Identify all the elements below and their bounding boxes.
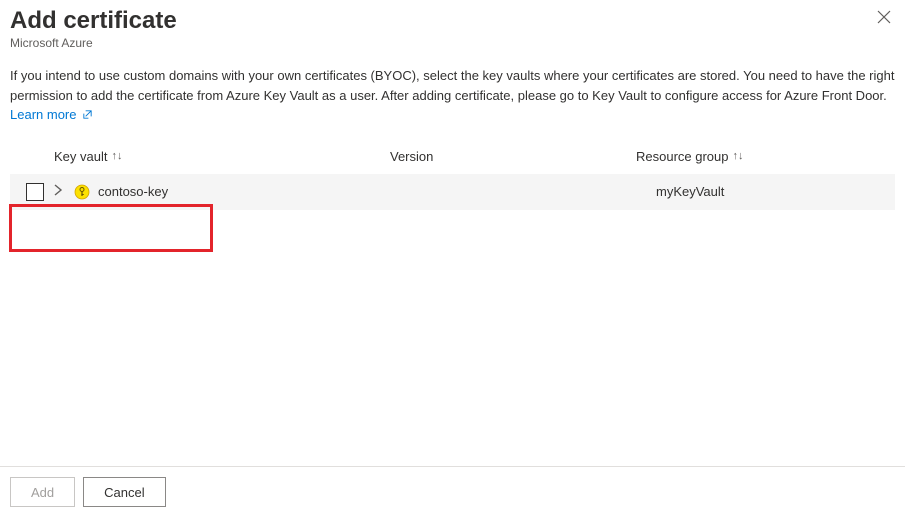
learn-more-link[interactable]: Learn more: [10, 107, 93, 122]
sort-icon: ↑↓: [111, 151, 122, 162]
table-row[interactable]: contoso-key myKeyVault: [10, 174, 895, 210]
key-vault-icon: [74, 184, 90, 200]
row-key-vault-name: contoso-key: [98, 184, 410, 199]
close-button[interactable]: [873, 6, 895, 28]
cancel-button[interactable]: Cancel: [83, 477, 165, 507]
panel-subtitle: Microsoft Azure: [10, 36, 177, 50]
external-link-icon: [80, 107, 93, 122]
close-icon: [877, 10, 891, 24]
description-block: If you intend to use custom domains with…: [10, 66, 895, 125]
row-resource-group: myKeyVault: [656, 184, 895, 199]
column-header-resource-group-label: Resource group: [636, 149, 729, 164]
column-header-version-label: Version: [390, 149, 433, 164]
column-header-key-vault-label: Key vault: [54, 149, 107, 164]
table-header-row: Key vault ↑↓ Version Resource group ↑↓: [10, 143, 895, 174]
add-button[interactable]: Add: [10, 477, 75, 507]
expand-row-button[interactable]: [52, 184, 64, 199]
column-header-key-vault[interactable]: Key vault ↑↓: [54, 149, 390, 164]
learn-more-label: Learn more: [10, 107, 76, 122]
row-checkbox[interactable]: [26, 183, 44, 201]
footer-bar: Add Cancel: [0, 466, 905, 517]
chevron-right-icon: [52, 184, 64, 199]
column-header-version[interactable]: Version: [390, 149, 636, 164]
sort-icon: ↑↓: [733, 151, 744, 162]
description-text: If you intend to use custom domains with…: [10, 68, 894, 103]
column-header-resource-group[interactable]: Resource group ↑↓: [636, 149, 895, 164]
panel-title: Add certificate: [10, 6, 177, 36]
